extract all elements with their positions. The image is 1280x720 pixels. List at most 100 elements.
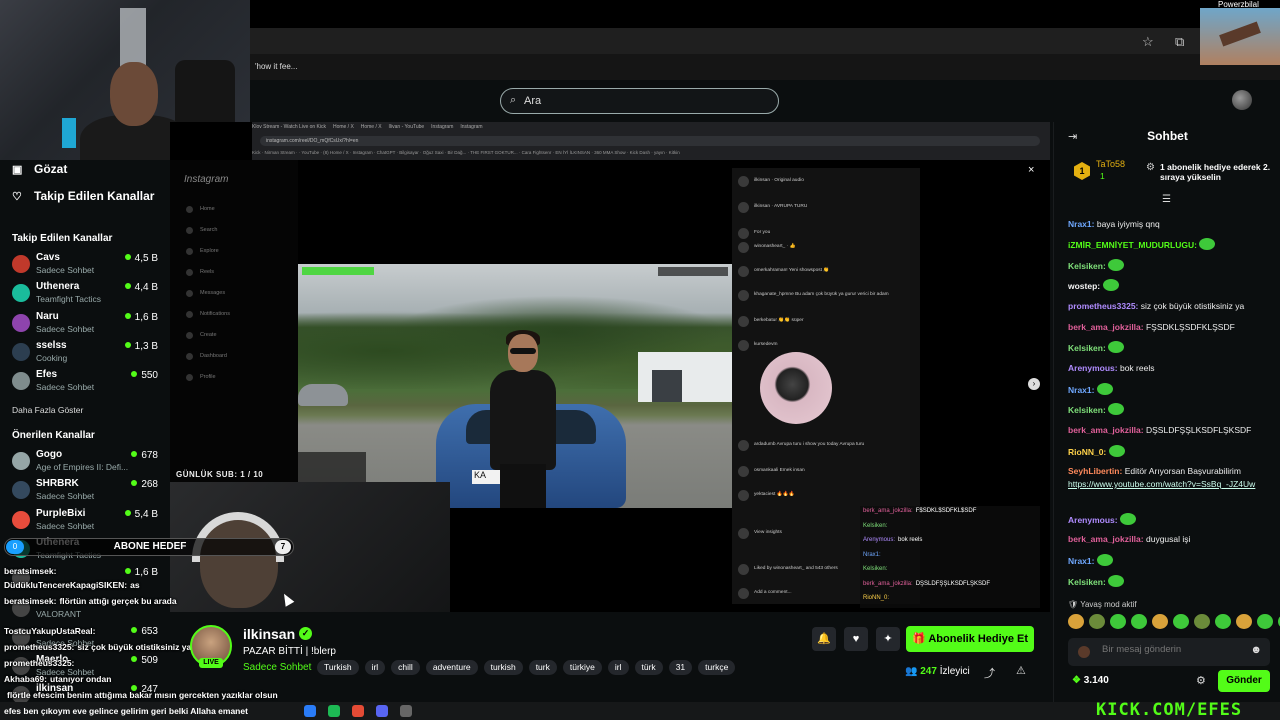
chat-username[interactable]: berk_ama_jokzilla: xyxy=(1068,534,1144,544)
chat-username[interactable]: Kelsiken: xyxy=(1068,405,1106,415)
chat-message-field[interactable] xyxy=(1102,644,1242,655)
emote-icon[interactable] xyxy=(1068,614,1084,629)
instagram-nav-item: Profile xyxy=(186,374,216,381)
emote-icon[interactable] xyxy=(1173,614,1189,629)
emote-icon[interactable] xyxy=(1215,614,1231,629)
extensions-icon[interactable]: ⧉ xyxy=(1175,34,1184,50)
file-explorer-icon[interactable] xyxy=(304,705,316,717)
chat-message: wostep: xyxy=(1068,279,1273,292)
report-icon[interactable]: ⚠ xyxy=(1016,664,1026,677)
chat-username[interactable]: wostep: xyxy=(1068,281,1100,291)
chrome-icon[interactable] xyxy=(352,705,364,717)
sidebar-item-browse[interactable]: ▣ Gözat xyxy=(12,162,67,176)
settings-gear-icon[interactable]: ⚙ xyxy=(1196,674,1206,687)
next-arrow-icon[interactable]: › xyxy=(1028,378,1040,390)
streamer-name[interactable]: ilkinsan xyxy=(243,626,295,642)
emoji-icon[interactable]: ☻ xyxy=(1250,644,1262,656)
overlay-chat-line: berk_ama_jokzilla: DŞSLDFŞŞLKSDFLŞKSDF xyxy=(863,581,990,587)
chat-username[interactable]: RioNN_0: xyxy=(1068,447,1106,457)
channel-category: Sadece Sohbet xyxy=(36,520,95,531)
stream-tag[interactable]: turk xyxy=(528,660,557,675)
stream-tag[interactable]: turkish xyxy=(483,660,523,675)
emote-icon[interactable] xyxy=(1110,614,1126,629)
sidebar-channel[interactable]: SHRBRK Sadece Sohbet 268 xyxy=(12,478,164,506)
chat-username[interactable]: Nrax1: xyxy=(1068,385,1094,395)
stream-tag[interactable]: irl xyxy=(364,660,386,675)
overlay-chat-line: flörtle efescim benim attığıma bakar mıs… xyxy=(4,690,278,700)
channel-category: Sadece Sohbet xyxy=(36,323,95,334)
emote-icon[interactable] xyxy=(1089,614,1105,629)
discord-icon[interactable] xyxy=(376,705,388,717)
chat-username[interactable]: berk_ama_jokzilla: xyxy=(1068,322,1144,332)
chat-panel: ⇥ Sohbet 1 TaTo58 1 ⚙ 1 abonelik hediye … xyxy=(1053,122,1280,720)
send-button[interactable]: Gönder xyxy=(1218,670,1270,692)
chat-username[interactable]: Nrax1: xyxy=(1068,556,1094,566)
channel-name: Naru xyxy=(36,310,59,322)
channel-category: Teamfight Tactics xyxy=(36,294,102,305)
stream-tag[interactable]: adventure xyxy=(425,660,478,675)
stream-tag[interactable]: chill xyxy=(391,660,420,675)
chat-username[interactable]: berk_ama_jokzilla: xyxy=(1068,425,1144,435)
sidebar-channel[interactable]: Efes Sadece Sohbet 550 xyxy=(12,369,164,397)
video-player[interactable]: Klov Stream - Watch Live on Kick Home / … xyxy=(170,122,1050,612)
gift-icon: ⚙ xyxy=(1146,162,1155,173)
stream-tag[interactable]: irl xyxy=(607,660,629,675)
spotify-icon[interactable] xyxy=(328,705,340,717)
app-icon[interactable] xyxy=(400,705,412,717)
stream-tag[interactable]: 31 xyxy=(668,660,693,675)
filter-icon[interactable]: ☰ xyxy=(1162,194,1171,205)
stream-tag[interactable]: Turkish xyxy=(317,660,359,675)
pinned-gift-leader: 1 TaTo58 1 ⚙ 1 abonelik hediye ederek 2.… xyxy=(1066,158,1276,194)
emote-icon[interactable] xyxy=(1257,614,1273,629)
search-input[interactable]: ⌕ Ara xyxy=(500,88,779,114)
stream-tag[interactable]: turkçe xyxy=(698,660,736,675)
channel-points[interactable]: 3.140 xyxy=(1072,675,1109,686)
chat-input[interactable]: ☻ xyxy=(1068,638,1270,666)
comment-text: khaganate_hpmne Bu adam çok büyük ya gur… xyxy=(754,292,889,297)
notification-bell-button[interactable]: 🔔 xyxy=(812,627,836,651)
user-avatar[interactable] xyxy=(1232,90,1252,110)
stream-category[interactable]: Sadece Sohbet xyxy=(243,662,311,673)
sidebar-channel[interactable]: PurpleBixi Sadece Sohbet 5,4 B xyxy=(12,508,164,536)
sparkle-button[interactable]: ✦ xyxy=(876,627,900,651)
chat-username[interactable]: Nrax1: xyxy=(1068,219,1094,229)
gift-subscription-button[interactable]: 🎁 Abonelik Hediye Et xyxy=(906,626,1034,652)
close-icon[interactable]: × xyxy=(1028,164,1034,176)
sidebar-item-following[interactable]: ♡ Takip Edilen Kanallar xyxy=(12,189,154,203)
chat-username[interactable]: iZMİR_EMNİYET_MUDURLUGU: xyxy=(1068,240,1197,250)
pinned-user[interactable]: TaTo58 xyxy=(1096,159,1125,169)
sub-goal-label: ABONE HEDEF xyxy=(113,541,187,552)
instagram-nav-item: Home xyxy=(186,206,215,213)
stream-tag[interactable]: türk xyxy=(634,660,663,675)
follow-button[interactable]: ♥ xyxy=(844,627,868,651)
emote-icon[interactable] xyxy=(1152,614,1168,629)
viewer-count: 550 xyxy=(131,370,158,381)
chat-username[interactable]: Kelsiken: xyxy=(1068,343,1106,353)
emote-icon[interactable] xyxy=(1194,614,1210,629)
overlay-chat-text: flörtle efescim benim attığıma bakar mıs… xyxy=(7,690,278,700)
share-icon[interactable]: ⤴ xyxy=(984,665,995,681)
stream-tag[interactable]: türkiye xyxy=(562,660,602,675)
chat-username[interactable]: Kelsiken: xyxy=(1068,261,1106,271)
chat-username[interactable]: Kelsiken: xyxy=(1068,577,1106,587)
sidebar-channel[interactable]: Naru Sadece Sohbet 1,6 B xyxy=(12,311,164,339)
chat-username[interactable]: Arenymous: xyxy=(1068,515,1118,525)
chat-username[interactable]: Arenymous: xyxy=(1068,363,1118,373)
sidebar-channel[interactable]: Cavs Sadece Sohbet 4,5 B xyxy=(12,252,164,280)
bell-icon: 🔔 xyxy=(817,633,831,645)
show-more-link[interactable]: Daha Fazla Göster xyxy=(12,405,83,415)
sidebar-channel[interactable]: Uthenera Teamfight Tactics 4,4 B xyxy=(12,281,164,309)
chat-link[interactable]: https://www.youtube.com/watch?v=SsBq_-JZ… xyxy=(1068,479,1255,489)
chat-username[interactable]: prometheus3325: xyxy=(1068,301,1138,311)
chat-text: baya iyiymiş qnq xyxy=(1096,219,1160,229)
address-bar[interactable] xyxy=(250,28,1280,54)
avatar xyxy=(12,342,30,361)
sidebar-channel[interactable]: sselss Cooking 1,3 B xyxy=(12,340,164,368)
emote-icon[interactable] xyxy=(1131,614,1147,629)
emote-icon xyxy=(1108,403,1125,415)
bookmark-star-icon[interactable]: ☆ xyxy=(1142,34,1154,50)
bookmark-item[interactable]: 'how it fee... xyxy=(255,62,297,71)
sidebar-channel[interactable]: Gogo Age of Empires II: Defi... 678 xyxy=(12,449,164,477)
emote-icon[interactable] xyxy=(1236,614,1252,629)
chat-username[interactable]: SeyhLibertin: xyxy=(1068,466,1122,476)
